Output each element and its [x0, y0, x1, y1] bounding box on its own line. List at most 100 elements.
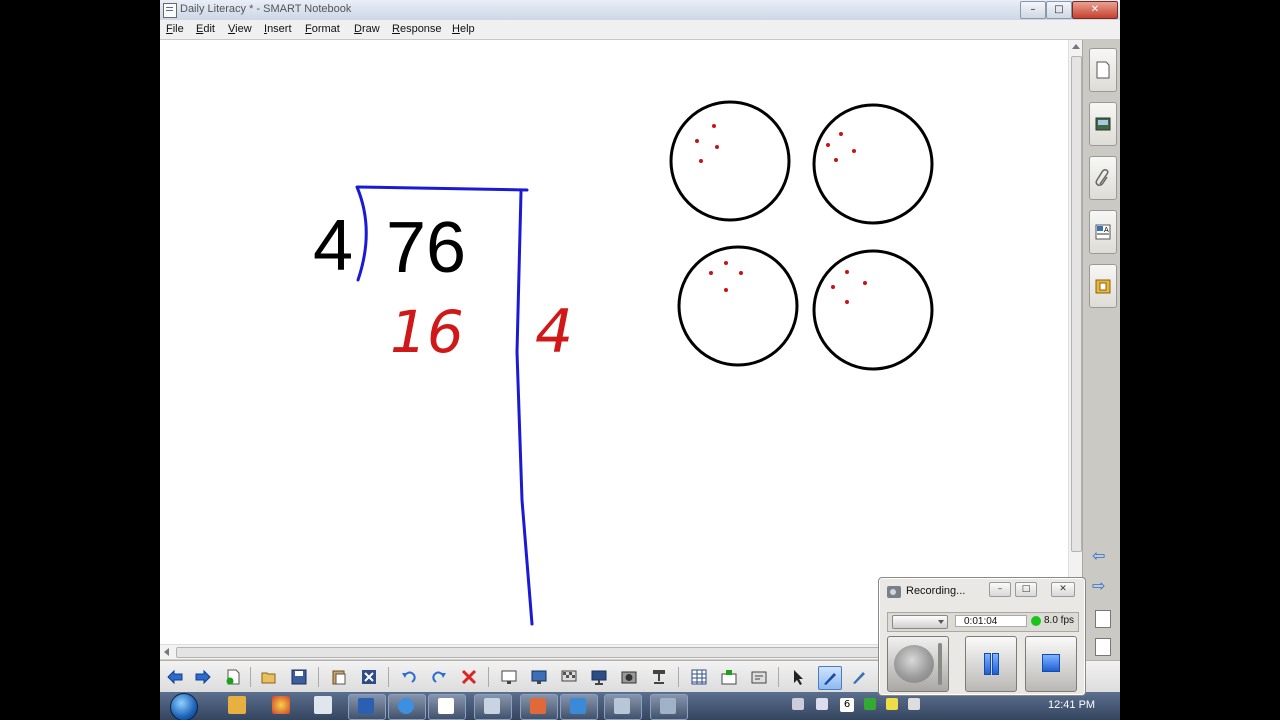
tray-folder-icon[interactable]	[886, 698, 898, 710]
group-circle	[812, 103, 934, 225]
display-icon	[591, 670, 607, 685]
division-top-line	[356, 185, 529, 192]
transparent-background-button[interactable]	[558, 666, 580, 688]
undo-button[interactable]	[398, 666, 420, 688]
record-button[interactable]	[887, 636, 949, 692]
minimize-button[interactable]: –	[1020, 1, 1046, 19]
paste-button[interactable]	[328, 666, 350, 688]
delete-button[interactable]	[458, 666, 480, 688]
screen-capture-button[interactable]	[618, 666, 640, 688]
quotient-part-text[interactable]: 4	[535, 297, 573, 367]
toolbar-separator	[318, 667, 319, 687]
dot-group	[831, 270, 867, 304]
menu-help[interactable]: Help	[452, 23, 475, 35]
tab-attachments[interactable]	[1089, 156, 1117, 200]
response-icon	[751, 671, 767, 684]
select-button[interactable]	[788, 666, 810, 688]
tab-gallery[interactable]	[1089, 102, 1117, 146]
recorder-close-button[interactable]: ✕	[1051, 582, 1075, 597]
taskbar-word[interactable]	[348, 694, 386, 720]
document-camera-button[interactable]	[648, 666, 670, 688]
display-button[interactable]	[588, 666, 610, 688]
menu-view[interactable]: View	[228, 23, 252, 35]
ie-icon	[398, 698, 414, 714]
start-button[interactable]	[170, 693, 198, 720]
menu-bar: File Edit View Insert Format Draw Respon…	[160, 20, 1120, 40]
properties-icon: A	[1095, 224, 1111, 240]
taskbar-notebook-2[interactable]	[560, 694, 598, 720]
dividend-text[interactable]: 76	[386, 208, 466, 288]
pen-button[interactable]	[818, 666, 842, 690]
taskbar-powerpoint[interactable]	[520, 694, 558, 720]
measure-icon	[721, 670, 737, 685]
tab-properties[interactable]: A	[1089, 210, 1117, 254]
menu-edit[interactable]: Edit	[196, 23, 215, 35]
creative-pen-button[interactable]	[848, 666, 870, 688]
powerpoint-icon	[530, 698, 546, 714]
explorer-icon[interactable]	[228, 696, 246, 714]
delete-page-button[interactable]	[358, 666, 380, 688]
next-page-icon[interactable]: ⇨	[1092, 578, 1112, 594]
recorder-restore-button[interactable]: □	[1015, 582, 1037, 597]
measure-button[interactable]	[718, 666, 740, 688]
toolbar-separator	[488, 667, 489, 687]
tray-arrow-icon[interactable]	[792, 698, 804, 710]
back-button[interactable]	[164, 666, 186, 688]
tray-monitor-icon[interactable]	[816, 698, 828, 710]
taskbar-folder[interactable]	[474, 694, 512, 720]
stop-button[interactable]	[1025, 636, 1077, 692]
scroll-up-icon[interactable]	[1072, 44, 1080, 49]
taskbar-notebook[interactable]	[428, 694, 466, 720]
vertical-scroll-thumb[interactable]	[1071, 56, 1082, 552]
add-page-button[interactable]	[222, 666, 244, 688]
add-page-side-icon[interactable]	[1095, 610, 1111, 628]
dot	[709, 271, 713, 275]
maximize-button[interactable]: □	[1046, 1, 1072, 19]
app-icon	[660, 698, 676, 714]
menu-format[interactable]: Format	[305, 23, 340, 35]
open-button[interactable]	[258, 666, 280, 688]
tab-addons[interactable]	[1089, 264, 1117, 308]
stop-icon	[1042, 654, 1060, 672]
menu-file[interactable]: File	[166, 23, 184, 35]
recorder-minimize-button[interactable]: –	[989, 582, 1011, 597]
tray-status-icon[interactable]	[864, 698, 876, 710]
open-icon	[261, 672, 276, 684]
menu-draw[interactable]: Draw	[354, 23, 380, 35]
tab-page-sorter[interactable]	[1089, 48, 1117, 92]
taskbar-app[interactable]	[650, 694, 688, 720]
delete-page-icon	[362, 670, 376, 684]
full-screen-button[interactable]	[528, 666, 550, 688]
taskbar-network[interactable]	[604, 694, 642, 720]
response-button[interactable]	[748, 666, 770, 688]
menu-response[interactable]: Response	[392, 23, 442, 35]
previous-page-icon[interactable]: ⇦	[1092, 548, 1112, 564]
scroll-left-icon[interactable]	[164, 648, 169, 656]
vertical-scrollbar[interactable]	[1068, 40, 1083, 644]
tray-badge[interactable]: 6	[840, 698, 854, 712]
redo-button[interactable]	[428, 666, 450, 688]
notebook-2-icon	[570, 698, 586, 714]
product-text[interactable]: 16	[390, 298, 464, 366]
menu-insert[interactable]: Insert	[264, 23, 292, 35]
table-button[interactable]	[688, 666, 710, 688]
save-button[interactable]	[288, 666, 310, 688]
add-page-icon	[226, 669, 240, 685]
whiteboard-canvas[interactable]: 4 76 16 4	[160, 40, 1068, 644]
close-button[interactable]: ✕	[1072, 1, 1118, 19]
chrome-icon[interactable]	[272, 696, 290, 714]
audio-dropdown[interactable]	[892, 615, 948, 629]
sidebar: A ⇦ ⇨	[1082, 40, 1120, 660]
screen-shade-button[interactable]	[498, 666, 520, 688]
divisor-text[interactable]: 4	[313, 206, 353, 286]
delete-page-side-icon[interactable]	[1095, 638, 1111, 656]
notebook-icon	[438, 698, 454, 714]
taskbar-clock[interactable]: 12:41 PM	[1048, 699, 1095, 711]
document-camera-icon	[653, 670, 665, 684]
folder-icon[interactable]	[314, 696, 332, 714]
forward-button[interactable]	[192, 666, 214, 688]
pause-button[interactable]	[965, 636, 1017, 692]
tray-network-icon[interactable]	[908, 698, 920, 710]
back-icon	[167, 669, 183, 685]
taskbar-ie[interactable]	[388, 694, 426, 720]
